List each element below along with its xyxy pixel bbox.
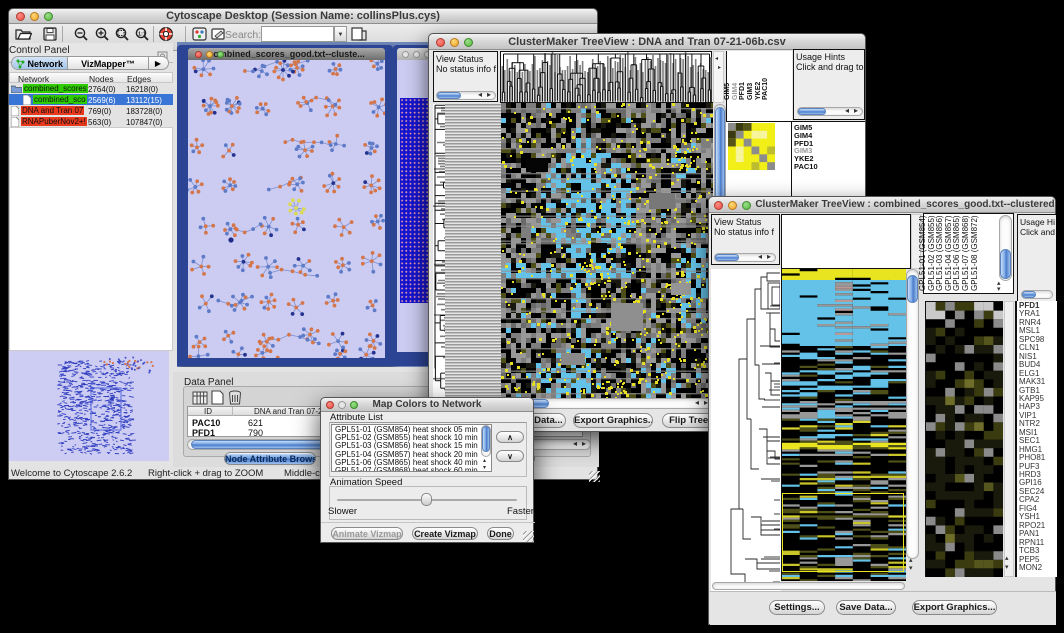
svg-text:1:1: 1:1 (138, 32, 146, 38)
